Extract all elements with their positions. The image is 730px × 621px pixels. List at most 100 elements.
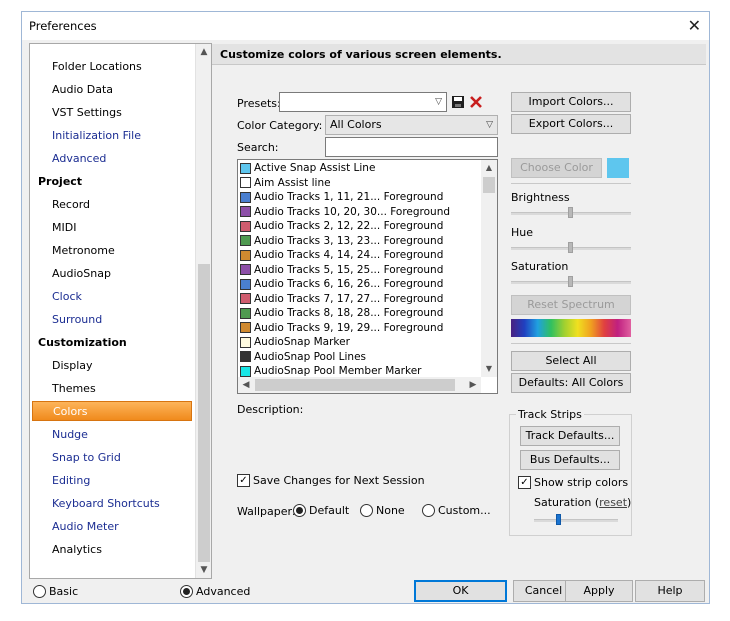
current-color-swatch[interactable] xyxy=(607,158,629,178)
nav-item[interactable]: Audio Data xyxy=(30,79,196,99)
list-item-label: Audio Tracks 8, 18, 28... Foreground xyxy=(254,307,444,320)
nav-item[interactable]: VST Settings xyxy=(30,102,196,122)
advanced-radio[interactable]: Advanced xyxy=(180,585,250,598)
scroll-left-icon[interactable]: ◀ xyxy=(238,377,254,393)
nav-item[interactable]: Nudge xyxy=(30,424,196,444)
hue-label: Hue xyxy=(511,226,534,239)
list-item[interactable]: Audio Tracks 8, 18, 28... Foreground xyxy=(238,306,482,321)
color-list-vthumb[interactable] xyxy=(483,177,495,193)
delete-preset-button[interactable] xyxy=(467,93,485,111)
advanced-label: Advanced xyxy=(196,585,251,598)
list-item-label: Audio Tracks 4, 14, 24... Foreground xyxy=(254,249,444,262)
list-item[interactable]: Aim Assist line xyxy=(238,176,482,191)
list-item-label: Active Snap Assist Line xyxy=(254,162,376,175)
nav-item[interactable]: Folder Locations xyxy=(30,56,196,76)
reset-link[interactable]: reset xyxy=(599,496,627,509)
nav-item-label: Analytics xyxy=(52,542,102,556)
list-item[interactable]: AudioSnap Pool Lines xyxy=(238,350,482,365)
nav-item[interactable]: Advanced xyxy=(30,148,196,168)
nav-item[interactable]: Analytics xyxy=(30,539,196,559)
nav-item[interactable]: AudioSnap xyxy=(30,263,196,283)
show-strip-colors-checkbox[interactable]: ✓ Show strip colors xyxy=(518,476,628,489)
nav-item-label: VST Settings xyxy=(52,105,122,119)
nav-item-label: Colors xyxy=(53,404,88,418)
category-combo[interactable]: All Colors ▽ xyxy=(325,115,498,135)
presets-combo[interactable]: ▽ xyxy=(279,92,447,112)
brightness-thumb[interactable] xyxy=(568,207,573,218)
nav-item[interactable]: Customization xyxy=(30,332,196,352)
preferences-nav: Folder Locations Audio Data VST Settings In… xyxy=(29,43,212,579)
wallpaper-custom-label: Custom... xyxy=(438,504,491,517)
defaults-all-colors-button[interactable]: Defaults: All Colors xyxy=(511,373,631,393)
scroll-right-icon[interactable]: ▶ xyxy=(465,377,481,393)
export-colors-button[interactable]: Export Colors... xyxy=(511,114,631,134)
nav-item[interactable]: Audio Meter xyxy=(30,516,196,536)
close-icon[interactable]: ✕ xyxy=(688,16,701,35)
track-defaults-button[interactable]: Track Defaults... xyxy=(520,426,620,446)
save-changes-checkbox[interactable]: ✓ Save Changes for Next Session xyxy=(237,474,425,487)
nav-item[interactable]: Display xyxy=(30,355,196,375)
nav-item[interactable]: Clock xyxy=(30,286,196,306)
strip-saturation-slider[interactable] xyxy=(534,519,618,522)
category-value: All Colors xyxy=(330,118,382,131)
scroll-down-icon[interactable]: ▼ xyxy=(481,361,497,377)
strip-saturation-thumb[interactable] xyxy=(556,514,562,525)
wallpaper-none-radio[interactable]: None xyxy=(360,504,405,517)
nav-item[interactable]: Keyboard Shortcuts xyxy=(30,493,196,513)
import-colors-button[interactable]: Import Colors... xyxy=(511,92,631,112)
nav-item[interactable]: Colors xyxy=(32,401,192,421)
list-item[interactable]: Audio Tracks 4, 14, 24... Foreground xyxy=(238,248,482,263)
window-title: Preferences xyxy=(29,19,97,33)
list-item[interactable]: Audio Tracks 6, 16, 26... Foreground xyxy=(238,277,482,292)
list-item-label: AudioSnap Marker xyxy=(254,336,350,349)
color-swatch xyxy=(240,177,251,189)
nav-item[interactable]: Editing xyxy=(30,470,196,490)
bus-defaults-button[interactable]: Bus Defaults... xyxy=(520,450,620,470)
list-item[interactable]: AudioSnap Marker xyxy=(238,335,482,350)
nav-item[interactable]: Record xyxy=(30,194,196,214)
nav-item[interactable]: Metronome xyxy=(30,240,196,260)
panel-header: Customize colors of various screen eleme… xyxy=(212,44,706,65)
radio-selected-icon xyxy=(180,585,193,598)
list-item[interactable]: Audio Tracks 1, 11, 21... Foreground xyxy=(238,190,482,205)
nav-item[interactable]: Snap to Grid xyxy=(30,447,196,467)
color-list-hthumb[interactable] xyxy=(255,379,455,391)
wallpaper-custom-radio[interactable]: Custom... xyxy=(422,504,491,517)
list-item[interactable]: Audio Tracks 2, 12, 22... Foreground xyxy=(238,219,482,234)
list-item[interactable]: Active Snap Assist Line xyxy=(238,161,482,176)
nav-item[interactable]: Surround xyxy=(30,309,196,329)
help-button[interactable]: Help xyxy=(635,580,705,602)
list-item[interactable]: Audio Tracks 3, 13, 23... Foreground xyxy=(238,234,482,249)
apply-button[interactable]: Apply xyxy=(565,580,633,602)
nav-item[interactable]: Themes xyxy=(30,378,196,398)
chevron-down-icon: ▽ xyxy=(486,120,493,130)
nav-item[interactable]: MIDI xyxy=(30,217,196,237)
list-item[interactable]: Audio Tracks 5, 15, 25... Foreground xyxy=(238,263,482,278)
basic-radio[interactable]: Basic xyxy=(33,585,78,598)
save-preset-button[interactable] xyxy=(449,93,467,111)
list-item[interactable]: Audio Tracks 7, 17, 27... Foreground xyxy=(238,292,482,307)
hue-thumb[interactable] xyxy=(568,242,573,253)
saturation-thumb[interactable] xyxy=(568,276,573,287)
brightness-label: Brightness xyxy=(511,191,570,204)
color-list-vscrollbar[interactable]: ▲ ▼ xyxy=(481,160,497,377)
color-swatch xyxy=(240,191,251,203)
nav-item-label: AudioSnap xyxy=(52,266,111,280)
choose-color-button[interactable]: Choose Color xyxy=(511,158,602,178)
nav-item[interactable]: Project xyxy=(30,171,196,191)
select-all-button[interactable]: Select All xyxy=(511,351,631,371)
list-item[interactable]: Audio Tracks 10, 20, 30... Foreground xyxy=(238,205,482,220)
wallpaper-default-radio[interactable]: Default xyxy=(293,504,349,517)
scroll-up-icon[interactable]: ▲ xyxy=(481,160,497,176)
list-item-label: Audio Tracks 6, 16, 26... Foreground xyxy=(254,278,444,291)
list-item-label: Audio Tracks 3, 13, 23... Foreground xyxy=(254,234,444,247)
color-element-list[interactable]: Active Snap Assist Line Aim Assist line Au… xyxy=(237,159,498,394)
reset-spectrum-button[interactable]: Reset Spectrum xyxy=(511,295,631,315)
color-spectrum[interactable] xyxy=(511,319,631,337)
list-item[interactable]: Audio Tracks 9, 19, 29... Foreground xyxy=(238,321,482,336)
preferences-window: Preferences ✕ Folder Locations Audio Data… xyxy=(21,11,710,604)
search-input[interactable] xyxy=(325,137,498,157)
color-list-hscrollbar[interactable]: ◀ ▶ xyxy=(238,377,481,393)
ok-button[interactable]: OK xyxy=(414,580,507,602)
nav-item[interactable]: Initialization File xyxy=(30,125,196,145)
